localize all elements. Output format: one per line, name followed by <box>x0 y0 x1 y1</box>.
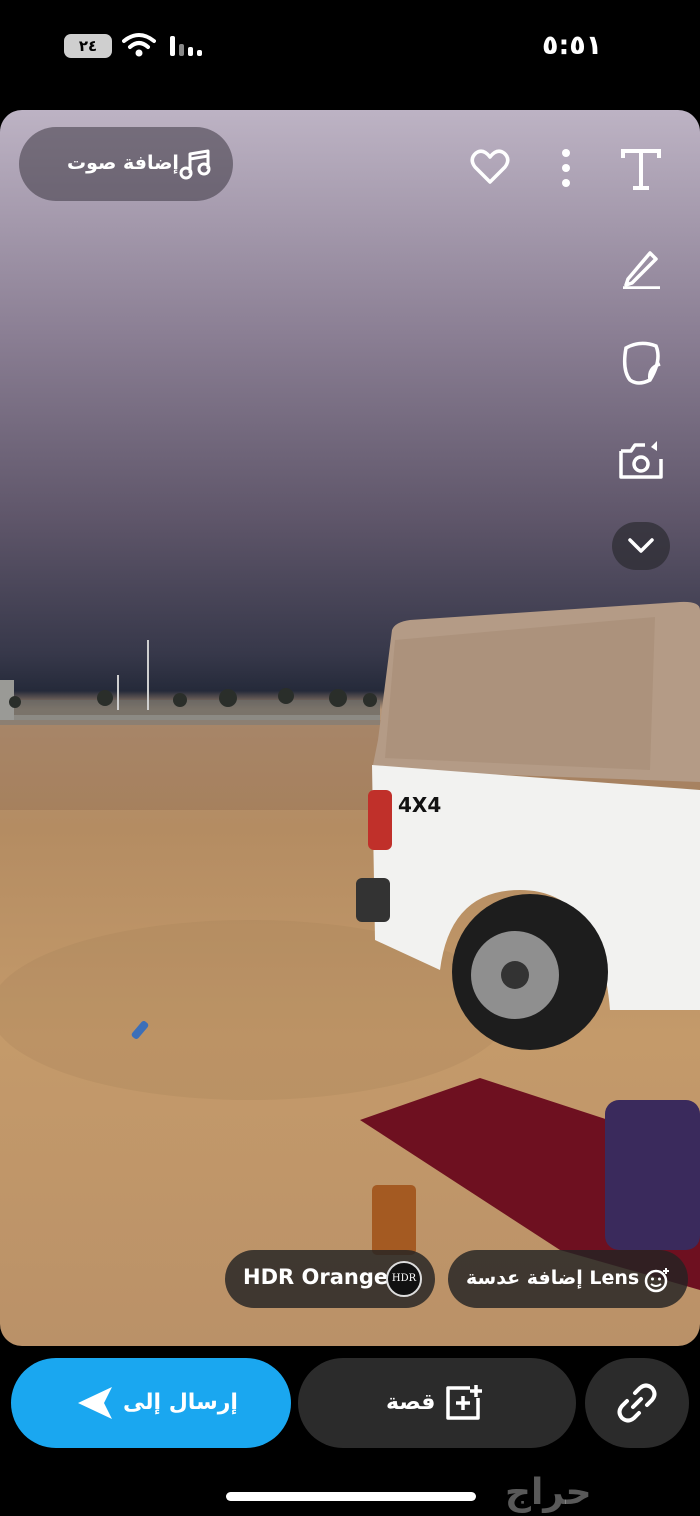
status-bar: ٢٤ ٥:٥١ <box>0 0 700 100</box>
music-icon <box>179 149 211 180</box>
watermark: حراج <box>505 1472 592 1513</box>
active-lens-label: HDR Orange <box>243 1265 389 1289</box>
battery-icon: ٢٤ <box>64 34 112 58</box>
expand-tools-button[interactable] <box>612 522 670 570</box>
status-time: ٥:٥١ <box>542 30 603 61</box>
text-tool-icon[interactable] <box>620 148 662 192</box>
add-story-icon <box>446 1385 482 1420</box>
lens-hdr-orange-button[interactable]: HDR Orange HDR <box>225 1250 435 1308</box>
story-label: قصة <box>386 1390 436 1415</box>
add-sound-button[interactable]: إضافة صوت <box>19 127 233 201</box>
link-icon <box>617 1383 657 1423</box>
photo-scene: 4X4 <box>0 601 700 1290</box>
pen-icon[interactable] <box>620 245 662 289</box>
send-arrow-icon <box>78 1387 112 1419</box>
camera-flip-icon[interactable] <box>617 437 665 483</box>
chevron-down-icon <box>628 538 654 553</box>
send-to-button[interactable]: إرسال إلى <box>11 1358 291 1448</box>
lens-logo: HDR <box>386 1261 422 1297</box>
captured-photo[interactable]: 4X4 <box>0 110 700 1346</box>
home-indicator[interactable] <box>226 1492 476 1501</box>
sticker-icon[interactable] <box>620 340 662 386</box>
add-to-story-button[interactable]: قصة <box>298 1358 576 1448</box>
more-icon[interactable] <box>557 148 575 188</box>
add-lens-label: إضافة عدسة Lens <box>466 1267 640 1289</box>
add-lens-button[interactable]: إضافة عدسة Lens <box>448 1250 688 1308</box>
send-to-label: إرسال إلى <box>123 1390 238 1415</box>
svg-text:4X4: 4X4 <box>398 793 441 817</box>
heart-icon[interactable] <box>470 148 510 186</box>
cellular-signal-icon <box>170 36 202 56</box>
lens-smile-icon <box>644 1268 669 1293</box>
wifi-icon <box>122 33 156 57</box>
add-sound-label: إضافة صوت <box>67 152 179 174</box>
copy-link-button[interactable] <box>585 1358 689 1448</box>
